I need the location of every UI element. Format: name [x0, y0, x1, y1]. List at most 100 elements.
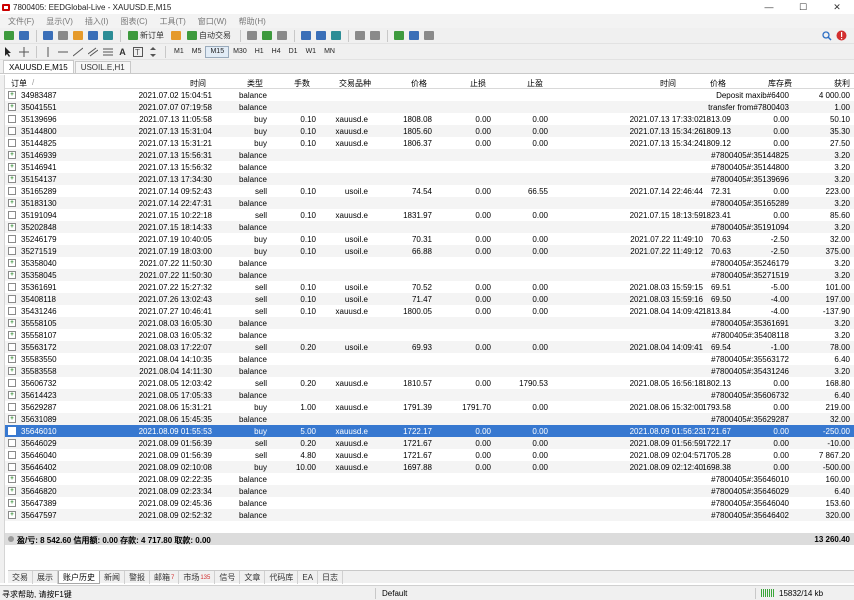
autoscroll-button[interactable]: [353, 29, 366, 42]
line-chart-button[interactable]: [275, 29, 288, 42]
alert-button[interactable]: [835, 29, 848, 42]
equidistant-channel-button[interactable]: [86, 45, 99, 58]
trendline-button[interactable]: [71, 45, 84, 58]
menu-insert[interactable]: 插入(I): [79, 16, 115, 27]
table-row[interactable]: +35646820 2021.08.09 02:23:34 balance #7800…: [5, 485, 854, 497]
bottom-tab-8[interactable]: 文章: [240, 571, 266, 584]
bottom-tab-1[interactable]: 展示: [33, 571, 58, 584]
timeframe-d1[interactable]: D1: [285, 46, 302, 58]
menu-charts[interactable]: 图表(C): [114, 16, 153, 27]
table-row[interactable]: 35646010 2021.08.09 01:55:53 buy 5.00 xauusd…: [5, 425, 854, 437]
bottom-tab-7[interactable]: 信号: [215, 571, 241, 584]
close-button[interactable]: ✕: [820, 0, 854, 14]
vertical-line-button[interactable]: [41, 45, 54, 58]
arrows-button[interactable]: [146, 45, 159, 58]
menu-window[interactable]: 窗口(W): [192, 16, 233, 27]
bottom-tab-2[interactable]: 账户历史: [58, 571, 100, 584]
auto-trading-button[interactable]: 自动交易: [184, 29, 234, 42]
metaeditor-button[interactable]: [169, 29, 182, 42]
timeframe-m15[interactable]: M15: [205, 45, 230, 58]
table-row[interactable]: 35165289 2021.07.14 09:52:43 sell 0.10 usoil…: [5, 185, 854, 197]
timeframe-h1[interactable]: H1: [251, 46, 268, 58]
table-row[interactable]: +35647389 2021.08.09 02:45:36 balance #7800…: [5, 497, 854, 509]
text-button[interactable]: A: [116, 45, 129, 58]
menu-view[interactable]: 显示(V): [40, 16, 79, 27]
table-row[interactable]: 35629287 2021.08.06 15:31:21 buy 1.00 xauusd…: [5, 401, 854, 413]
navigator-button[interactable]: [71, 29, 84, 42]
table-row[interactable]: 35563172 2021.08.03 17:22:07 sell 0.20 usoil…: [5, 341, 854, 353]
data-window-button[interactable]: [56, 29, 69, 42]
table-row[interactable]: +35647597 2021.08.09 02:52:32 balance #7800…: [5, 509, 854, 521]
table-row[interactable]: +35631089 2021.08.06 15:45:35 balance #7800…: [5, 413, 854, 425]
maximize-button[interactable]: ☐: [786, 0, 820, 14]
bottom-tab-6[interactable]: 市场 135: [179, 571, 216, 584]
minimize-button[interactable]: —: [752, 0, 786, 14]
bottom-tab-0[interactable]: 交易: [8, 571, 33, 584]
col-order[interactable]: 订单: [11, 78, 27, 89]
new-order-button[interactable]: 新订单: [125, 29, 167, 42]
table-row[interactable]: 35408118 2021.07.26 13:02:43 sell 0.10 usoil…: [5, 293, 854, 305]
col-lots[interactable]: 手数: [294, 78, 310, 89]
bottom-tab-9[interactable]: 代码库: [265, 571, 299, 584]
tile-windows-button[interactable]: [329, 29, 342, 42]
table-row[interactable]: +35146941 2021.07.13 15:56:32 balance #7800…: [5, 161, 854, 173]
table-row[interactable]: +35358045 2021.07.22 11:50:30 balance #7800…: [5, 269, 854, 281]
table-row[interactable]: +35358040 2021.07.22 11:50:30 balance #7800…: [5, 257, 854, 269]
table-row[interactable]: +35614423 2021.08.05 17:05:33 balance #7800…: [5, 389, 854, 401]
col-time[interactable]: 时间: [190, 78, 206, 89]
timeframe-w1[interactable]: W1: [302, 46, 321, 58]
col-close-time[interactable]: 时间: [660, 78, 676, 89]
timeframe-m30[interactable]: M30: [229, 46, 251, 58]
table-row[interactable]: 35271519 2021.07.19 18:03:00 buy 0.10 usoil.…: [5, 245, 854, 257]
table-row[interactable]: +35146939 2021.07.13 15:56:31 balance #7800…: [5, 149, 854, 161]
table-row[interactable]: +35583550 2021.08.04 14:10:35 balance #7800…: [5, 353, 854, 365]
bottom-tab-3[interactable]: 新闻: [100, 571, 125, 584]
table-row[interactable]: +35646800 2021.08.09 02:22:35 balance #7800…: [5, 473, 854, 485]
search-button[interactable]: [820, 29, 833, 42]
col-price[interactable]: 价格: [411, 78, 427, 89]
new-chart-button[interactable]: [2, 29, 15, 42]
table-row[interactable]: +35154137 2021.07.13 17:34:30 balance #7800…: [5, 173, 854, 185]
col-profit[interactable]: 获利: [834, 78, 850, 89]
table-row[interactable]: 35144825 2021.07.13 15:31:21 buy 0.10 xauusd…: [5, 137, 854, 149]
col-close-price[interactable]: 价格: [710, 78, 726, 89]
menu-tools[interactable]: 工具(T): [154, 16, 192, 27]
timeframe-mn[interactable]: MN: [320, 46, 339, 58]
indicators-button[interactable]: [392, 29, 405, 42]
col-symbol[interactable]: 交易品种: [339, 78, 371, 89]
table-row[interactable]: 35646029 2021.08.09 01:56:39 sell 0.20 xauus…: [5, 437, 854, 449]
table-row[interactable]: 35646402 2021.08.09 02:10:08 buy 10.00 xauus…: [5, 461, 854, 473]
table-row[interactable]: +35558105 2021.08.03 16:05:30 balance #7800…: [5, 317, 854, 329]
table-row[interactable]: 35246179 2021.07.19 10:40:05 buy 0.10 usoil.…: [5, 233, 854, 245]
terminal-button[interactable]: [86, 29, 99, 42]
text-label-button[interactable]: T: [131, 45, 144, 58]
market-watch-button[interactable]: [41, 29, 54, 42]
timeframe-m5[interactable]: M5: [188, 46, 206, 58]
table-row[interactable]: +35041551 2021.07.07 07:19:58 balance trans…: [5, 101, 854, 113]
periods-button[interactable]: [407, 29, 420, 42]
col-sl[interactable]: 止损: [470, 78, 486, 89]
strategy-tester-button[interactable]: [101, 29, 114, 42]
timeframe-m1[interactable]: M1: [170, 46, 188, 58]
chart-shift-button[interactable]: [368, 29, 381, 42]
chart-tab-xauusd[interactable]: XAUUSD.E,M15: [3, 60, 74, 73]
bottom-tab-10[interactable]: EA: [298, 571, 319, 584]
zoom-out-button[interactable]: [314, 29, 327, 42]
timeframe-h4[interactable]: H4: [268, 46, 285, 58]
profiles-button[interactable]: [17, 29, 30, 42]
menu-help[interactable]: 帮助(H): [233, 16, 272, 27]
bottom-tab-5[interactable]: 邮箱 7: [150, 571, 180, 584]
table-row[interactable]: +34983487 2021.07.02 15:04:51 balance Depos…: [5, 89, 854, 101]
templates-button[interactable]: [422, 29, 435, 42]
table-row[interactable]: 35144800 2021.07.13 15:31:04 buy 0.10 xauusd…: [5, 125, 854, 137]
table-row[interactable]: 35606732 2021.08.05 12:03:42 sell 0.20 xauus…: [5, 377, 854, 389]
chart-tab-usoil[interactable]: USOIL.E,H1: [74, 61, 131, 73]
table-row[interactable]: +35558107 2021.08.03 16:05:32 balance #7800…: [5, 329, 854, 341]
bottom-tab-4[interactable]: 警报: [125, 571, 150, 584]
col-tp[interactable]: 止盈: [527, 78, 543, 89]
table-row[interactable]: +35183130 2021.07.14 22:47:31 balance #7800…: [5, 197, 854, 209]
col-type[interactable]: 类型: [247, 78, 263, 89]
table-row[interactable]: +35583558 2021.08.04 14:11:30 balance #7800…: [5, 365, 854, 377]
table-row[interactable]: 35191094 2021.07.15 10:22:18 sell 0.10 xauus…: [5, 209, 854, 221]
table-row[interactable]: 35361691 2021.07.22 15:27:32 sell 0.10 usoil…: [5, 281, 854, 293]
